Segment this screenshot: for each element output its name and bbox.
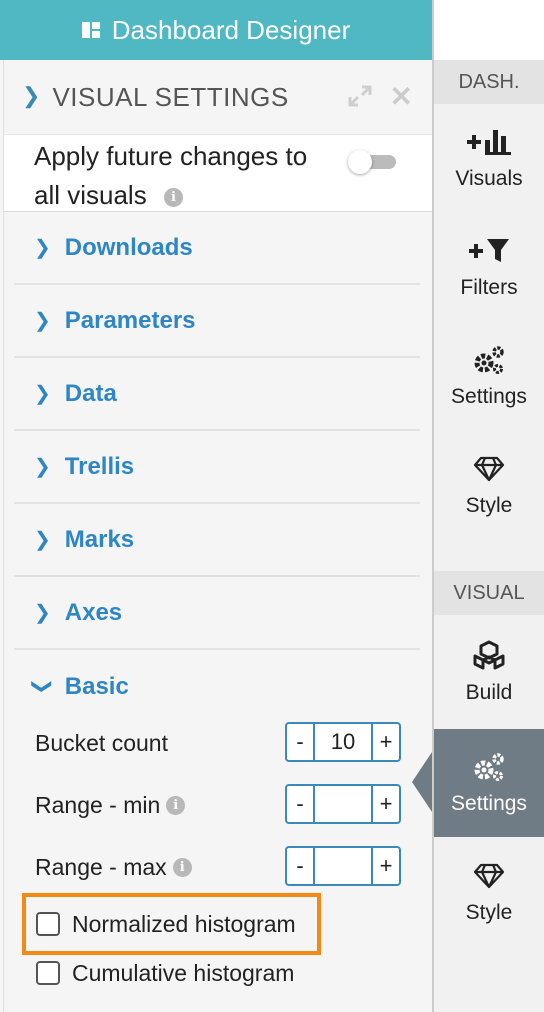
- chevron-down-icon: ❯: [30, 678, 53, 695]
- bucket-count-input[interactable]: 10: [313, 724, 373, 760]
- section-label: Marks: [64, 525, 135, 553]
- section-axes[interactable]: ❯ Axes: [14, 577, 420, 650]
- apply-all-toggle[interactable]: [348, 150, 396, 174]
- increment-button[interactable]: +: [373, 848, 399, 884]
- chevron-right-icon: ❯: [34, 310, 51, 332]
- add-filter-icon: [467, 234, 511, 268]
- visual-settings-panel: ❯ VISUAL SETTINGS ✕ Apply future changes…: [3, 60, 433, 1012]
- rail-item-build[interactable]: Build: [434, 618, 544, 726]
- section-label: Basic: [64, 672, 129, 700]
- chevron-right-icon: ❯: [34, 456, 51, 478]
- panel-title: VISUAL SETTINGS: [52, 81, 289, 112]
- section-basic[interactable]: ❯ Basic: [14, 650, 420, 723]
- highlight-annotation: [22, 893, 321, 955]
- chevron-right-icon[interactable]: ❯: [22, 83, 40, 109]
- decrement-button[interactable]: -: [287, 724, 313, 760]
- section-downloads[interactable]: ❯ Downloads: [14, 212, 420, 285]
- section-marks[interactable]: ❯ Marks: [14, 504, 420, 577]
- rail-item-label: Style: [465, 901, 513, 924]
- decrement-button[interactable]: -: [287, 786, 313, 822]
- rail-item-settings-visual[interactable]: Settings: [434, 729, 544, 837]
- designer-side-rail: DASH. Visuals Filters Settings Style VIS…: [432, 0, 544, 1012]
- range-min-stepper: - +: [285, 784, 401, 824]
- range-min-input[interactable]: [313, 786, 373, 822]
- section-parameters[interactable]: ❯ Parameters: [14, 285, 420, 358]
- visual-group-label: VISUAL: [434, 571, 544, 615]
- active-pointer: [412, 752, 432, 812]
- chevron-right-icon: ❯: [34, 602, 51, 624]
- increment-button[interactable]: +: [373, 724, 399, 760]
- rail-item-style-visual[interactable]: Style: [434, 838, 544, 946]
- bucket-count-row: Bucket count - 10 +: [35, 720, 415, 766]
- bucket-count-label: Bucket count: [35, 729, 168, 756]
- info-icon[interactable]: i: [166, 795, 186, 815]
- info-icon[interactable]: i: [172, 857, 192, 877]
- app-header: Dashboard Designer: [0, 0, 432, 60]
- range-max-label-group: Range - max i: [35, 854, 192, 881]
- cubes-icon: [471, 639, 507, 673]
- apply-text-line2: all visuals: [34, 180, 147, 210]
- cumulative-histogram-checkbox[interactable]: [36, 961, 60, 985]
- rail-item-label: Filters: [460, 276, 518, 299]
- range-max-row: Range - max i - +: [35, 844, 415, 890]
- range-max-label: Range - max: [35, 853, 167, 880]
- rail-item-label: Style: [465, 494, 513, 517]
- visual-settings-header[interactable]: ❯ VISUAL SETTINGS ✕: [4, 60, 433, 134]
- increment-button[interactable]: +: [373, 786, 399, 822]
- diamond-icon: [473, 452, 505, 486]
- gears-icon: [472, 750, 506, 784]
- cumulative-histogram-label: Cumulative histogram: [72, 959, 295, 986]
- section-data[interactable]: ❯ Data: [14, 358, 420, 431]
- range-max-input[interactable]: [313, 848, 373, 884]
- expand-icon[interactable]: [347, 84, 375, 108]
- bucket-count-stepper: - 10 +: [285, 722, 401, 762]
- info-icon[interactable]: i: [163, 187, 183, 207]
- section-label: Trellis: [64, 452, 135, 480]
- cumulative-histogram-option[interactable]: Cumulative histogram: [36, 954, 294, 992]
- range-min-label: Range - min: [35, 791, 161, 818]
- section-label: Data: [64, 379, 117, 407]
- rail-top-spacer: [434, 0, 544, 60]
- section-label: Parameters: [64, 306, 196, 334]
- dash-group-label: DASH.: [434, 60, 544, 104]
- range-min-row: Range - min i - +: [35, 782, 415, 828]
- gears-icon: [472, 343, 506, 377]
- rail-item-label: Build: [465, 681, 513, 704]
- rail-item-filters[interactable]: Filters: [434, 213, 544, 321]
- apply-text-line2-row: all visuals i: [34, 176, 433, 215]
- section-trellis[interactable]: ❯ Trellis: [14, 431, 420, 504]
- rail-item-settings-dash[interactable]: Settings: [434, 322, 544, 430]
- add-chart-icon: [465, 125, 513, 159]
- close-icon[interactable]: ✕: [390, 80, 413, 113]
- decrement-button[interactable]: -: [287, 848, 313, 884]
- app-title: Dashboard Designer: [111, 14, 351, 45]
- rail-item-label: Settings: [451, 385, 527, 408]
- chevron-right-icon: ❯: [34, 237, 51, 259]
- section-label: Axes: [64, 598, 123, 626]
- rail-item-visuals[interactable]: Visuals: [434, 104, 544, 212]
- chevron-right-icon: ❯: [34, 383, 51, 405]
- rail-item-label: Settings: [451, 792, 527, 815]
- dashboard-logo-icon: [81, 22, 100, 38]
- chevron-right-icon: ❯: [34, 529, 51, 551]
- rail-item-style-dash[interactable]: Style: [434, 431, 544, 539]
- rail-item-label: Visuals: [455, 167, 523, 190]
- range-max-stepper: - +: [285, 846, 401, 886]
- section-label: Downloads: [64, 233, 193, 261]
- range-min-label-group: Range - min i: [35, 791, 186, 819]
- diamond-icon: [473, 859, 505, 893]
- apply-future-changes: Apply future changes to all visuals i: [4, 134, 433, 212]
